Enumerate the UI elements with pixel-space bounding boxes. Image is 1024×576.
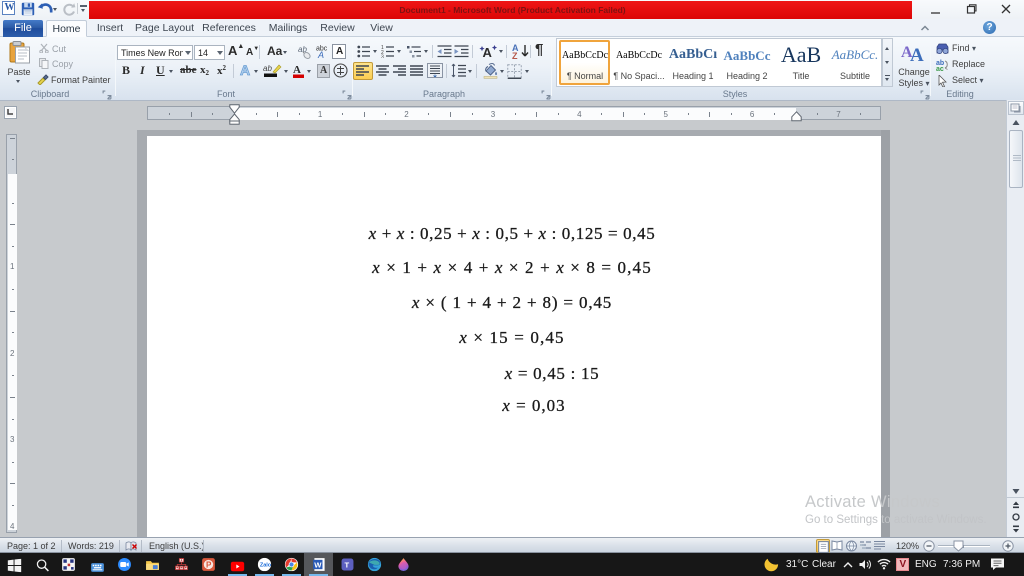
svg-text:ac: ac: [936, 66, 944, 71]
svg-text:T: T: [345, 560, 350, 569]
svg-text:3: 3: [381, 55, 384, 59]
svg-text:P: P: [206, 560, 212, 569]
svg-text:Z: Z: [512, 51, 518, 59]
svg-text:A: A: [317, 50, 324, 59]
svg-text:A: A: [293, 64, 301, 76]
svg-text:A: A: [483, 45, 493, 59]
svg-text:A: A: [910, 45, 924, 65]
svg-text:Zalo: Zalo: [260, 563, 271, 569]
svg-text:W: W: [314, 560, 322, 569]
svg-text:ab: ab: [263, 64, 272, 73]
